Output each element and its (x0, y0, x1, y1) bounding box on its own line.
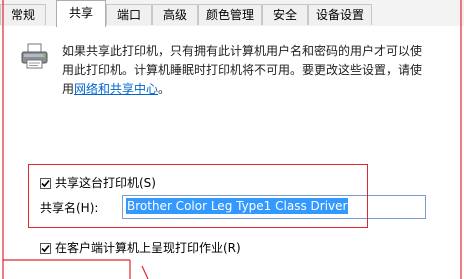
tab-sharing[interactable]: 共享 (56, 0, 106, 27)
tab-general[interactable]: 常规 (0, 4, 46, 25)
info-line-2: 用此打印机。计算机睡眠时打印机将不可用。要更改这些设置，请使 (62, 63, 423, 77)
tab-security[interactable]: 安全 (262, 4, 308, 25)
tab-color-management[interactable]: 颜色管理 (198, 4, 262, 25)
sharing-info-text: 如果共享此打印机，只有拥有此计算机用户名和密码的用户才可以使 用此打印机。计算机… (62, 42, 462, 99)
annotation-highlight-box (28, 164, 368, 228)
tab-advanced[interactable]: 高级 (152, 4, 198, 25)
render-jobs-label: 在客户端计算机上呈现打印作业(R) (55, 241, 241, 255)
render-jobs-option[interactable]: 在客户端计算机上呈现打印作业(R) (40, 240, 241, 256)
info-line-1: 如果共享此打印机，只有拥有此计算机用户名和密码的用户才可以使 (62, 44, 423, 58)
tab-device-settings[interactable]: 设备设置 (308, 4, 372, 25)
info-line-3-suffix: 。 (158, 82, 171, 96)
network-sharing-center-link[interactable]: 网络和共享中心 (74, 82, 158, 96)
checkmark-icon (41, 244, 50, 253)
info-line-3-prefix: 用 (62, 82, 75, 96)
printer-icon (20, 43, 50, 71)
tab-strip: 常规 共享 端口 高级 颜色管理 安全 设备设置 (0, 0, 464, 27)
printer-properties-window: 常规 共享 端口 高级 颜色管理 安全 设备设置 如果共享此打印机，只有拥有此计… (0, 0, 464, 279)
render-jobs-checkbox[interactable] (40, 243, 51, 254)
sharing-page: 如果共享此打印机，只有拥有此计算机用户名和密码的用户才可以使 用此打印机。计算机… (0, 26, 464, 279)
info-line-3: 用网络和共享中心。 (62, 80, 462, 99)
tab-ports[interactable]: 端口 (106, 4, 152, 25)
